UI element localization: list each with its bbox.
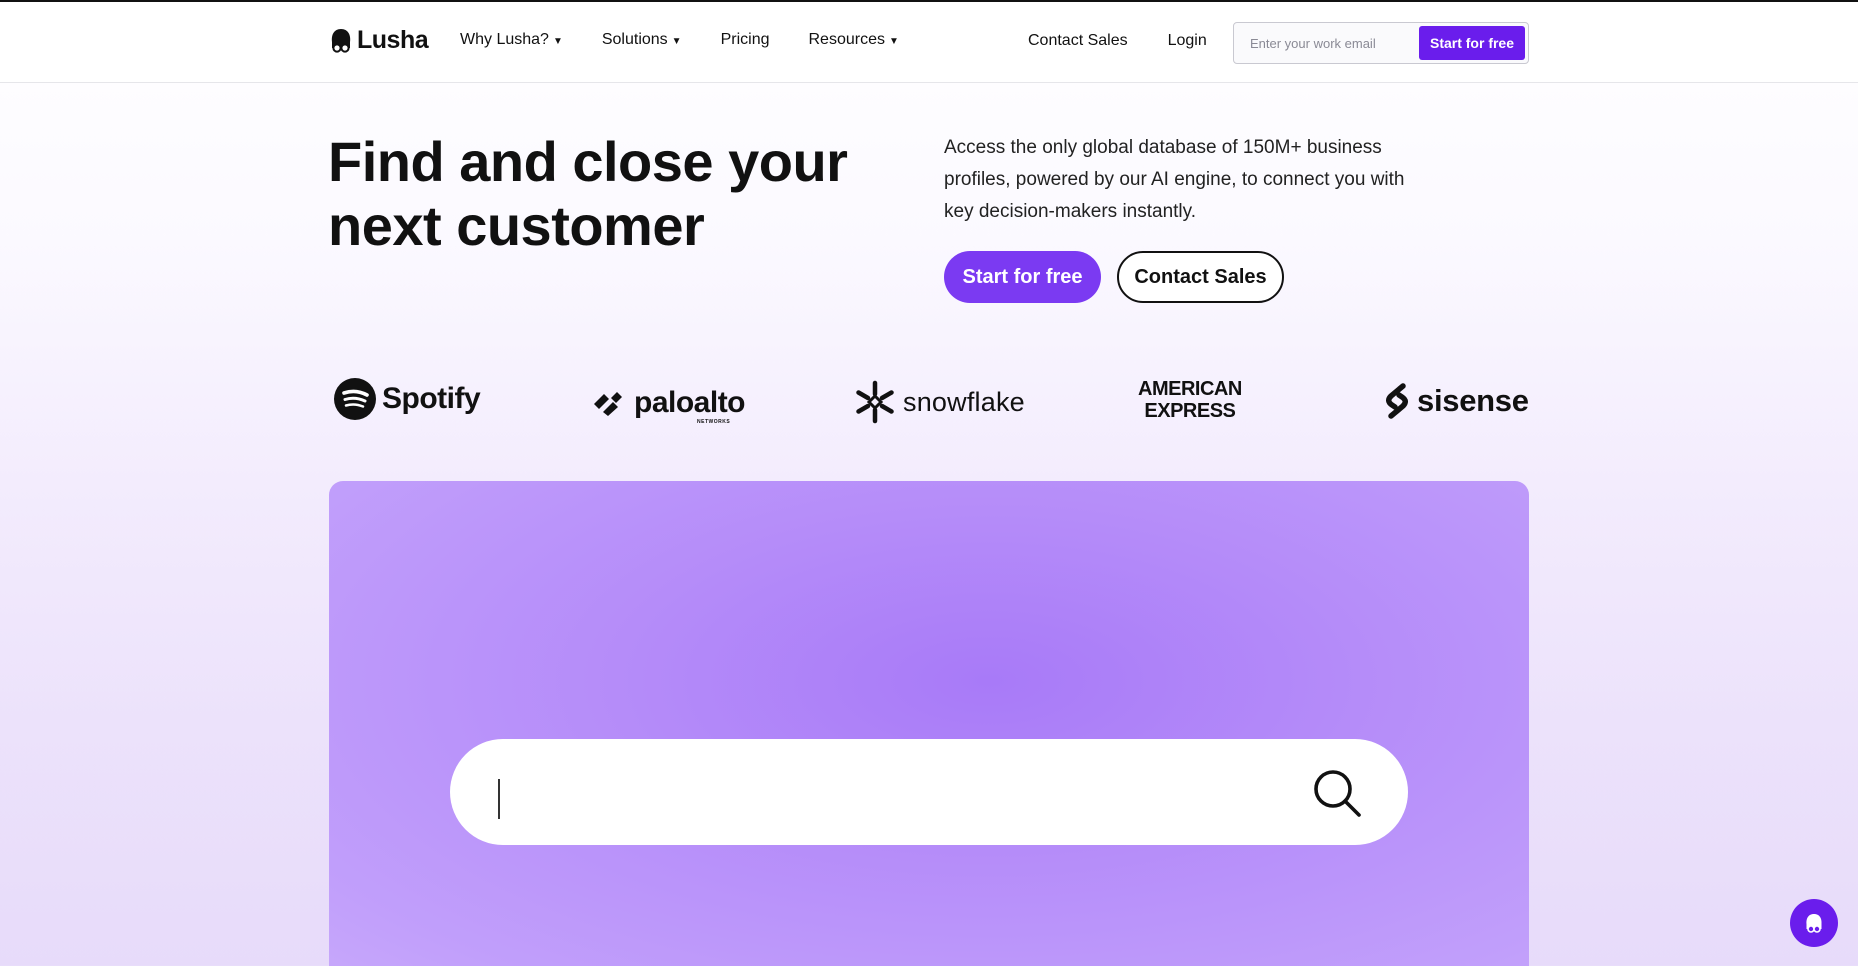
search-icon[interactable] <box>1312 768 1362 823</box>
main-nav: Why Lusha? ▼ Solutions ▼ Pricing Resourc… <box>460 31 899 49</box>
sisense-icon <box>1386 383 1408 419</box>
site-header: Lusha Why Lusha? ▼ Solutions ▼ Pricing R… <box>0 2 1858 83</box>
hero-description: Access the only global database of 150M+… <box>944 137 1405 222</box>
chevron-down-icon: ▼ <box>552 35 563 47</box>
paloalto-subtitle: NETWORKS <box>697 419 731 425</box>
start-for-free-button[interactable]: Start for free <box>944 251 1101 303</box>
snowflake-wordmark: snowflake <box>903 386 1025 417</box>
nav-solutions[interactable]: Solutions ▼ <box>602 31 682 49</box>
hero-title-line2: next customer <box>328 194 705 257</box>
sisense-logo: sisense <box>1383 382 1529 420</box>
login-link[interactable]: Login <box>1168 32 1207 50</box>
customer-logos: Spotify paloalto NETWORKS snowflake AMER… <box>0 378 1858 428</box>
nav-label: Resources <box>808 31 885 48</box>
header-actions: Contact Sales Login <box>1028 32 1207 50</box>
chevron-down-icon: ▼ <box>671 35 682 47</box>
lusha-chat-icon <box>1806 914 1822 933</box>
contact-sales-link[interactable]: Contact Sales <box>1028 32 1128 50</box>
amex-line2: EXPRESS <box>1144 400 1236 422</box>
spotify-logo: Spotify <box>334 378 481 420</box>
spotify-wordmark: Spotify <box>382 382 481 415</box>
text-cursor <box>498 779 500 819</box>
lusha-logo-icon <box>331 28 351 53</box>
snowflake-logo: snowflake <box>853 380 1025 424</box>
header-start-free-button[interactable]: Start for free <box>1419 26 1525 60</box>
paloalto-wordmark: paloalto <box>634 386 746 419</box>
sisense-wordmark: sisense <box>1417 383 1529 418</box>
paloalto-icon <box>594 392 622 416</box>
hero-title-line1: Find and close your <box>328 130 848 193</box>
nav-label: Pricing <box>720 31 770 48</box>
chevron-down-icon: ▼ <box>888 35 899 47</box>
work-email-input[interactable] <box>1235 24 1420 62</box>
hero-title: Find and close your next customer <box>328 130 888 258</box>
paloalto-logo: paloalto NETWORKS <box>592 386 746 425</box>
snowflake-icon <box>856 380 894 424</box>
american-express-logo: AMERICAN EXPRESS <box>1138 378 1242 422</box>
nav-pricing[interactable]: Pricing <box>721 31 770 49</box>
contact-sales-button[interactable]: Contact Sales <box>1117 251 1284 303</box>
nav-resources[interactable]: Resources ▼ <box>808 31 898 49</box>
nav-label: Solutions <box>601 31 668 48</box>
lusha-logo[interactable]: Lusha <box>329 26 429 55</box>
spotify-icon <box>334 378 376 420</box>
chat-widget-button[interactable] <box>1790 899 1838 947</box>
search-bar[interactable] <box>450 739 1408 845</box>
search-demo-panel <box>329 481 1529 966</box>
nav-label: Why Lusha? <box>460 31 549 48</box>
nav-why-lusha[interactable]: Why Lusha? ▼ <box>460 31 563 49</box>
amex-line1: AMERICAN <box>1138 378 1242 400</box>
email-signup-form: Start for free <box>1233 22 1529 64</box>
brand-name: Lusha <box>357 26 429 54</box>
